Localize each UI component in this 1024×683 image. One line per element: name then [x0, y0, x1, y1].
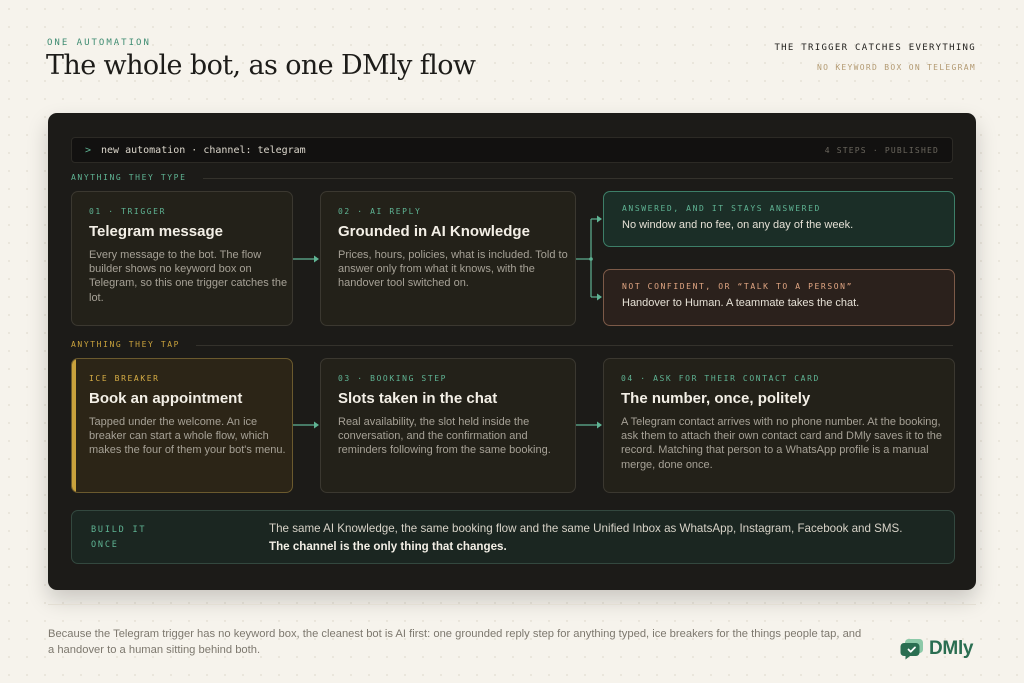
build-once-line-2: The channel is the only thing that chang… — [269, 540, 507, 553]
logo-wordmark: DMly — [929, 638, 974, 659]
header-note-title: THE TRIGGER CATCHES EVERYTHING — [774, 43, 976, 53]
automation-panel: > new automation · channel: telegram 4 S… — [48, 113, 976, 590]
dmly-logo: DMly — [900, 638, 974, 660]
branch-connector — [576, 215, 602, 301]
arrow-booking-to-contact — [576, 421, 602, 429]
footer-caption: Because the Telegram trigger has no keyw… — [48, 628, 862, 656]
build-once-line-1: The same AI Knowledge, the same booking … — [269, 522, 903, 535]
arrow-trigger-to-ai — [293, 255, 319, 263]
eyebrow: ONE AUTOMATION — [47, 38, 151, 48]
footer-divider — [48, 604, 976, 605]
arrow-ice-breaker-to-booking — [293, 421, 319, 429]
chat-bubble-icon — [900, 639, 923, 660]
header-note-subtitle: NO KEYWORD BOX ON TELEGRAM — [816, 63, 976, 72]
build-once-banner: BUILD IT ONCE The same AI Knowledge, the… — [71, 510, 955, 564]
build-once-label: BUILD IT ONCE — [91, 525, 147, 550]
page-title: The whole bot, as one DMly flow — [46, 50, 476, 81]
